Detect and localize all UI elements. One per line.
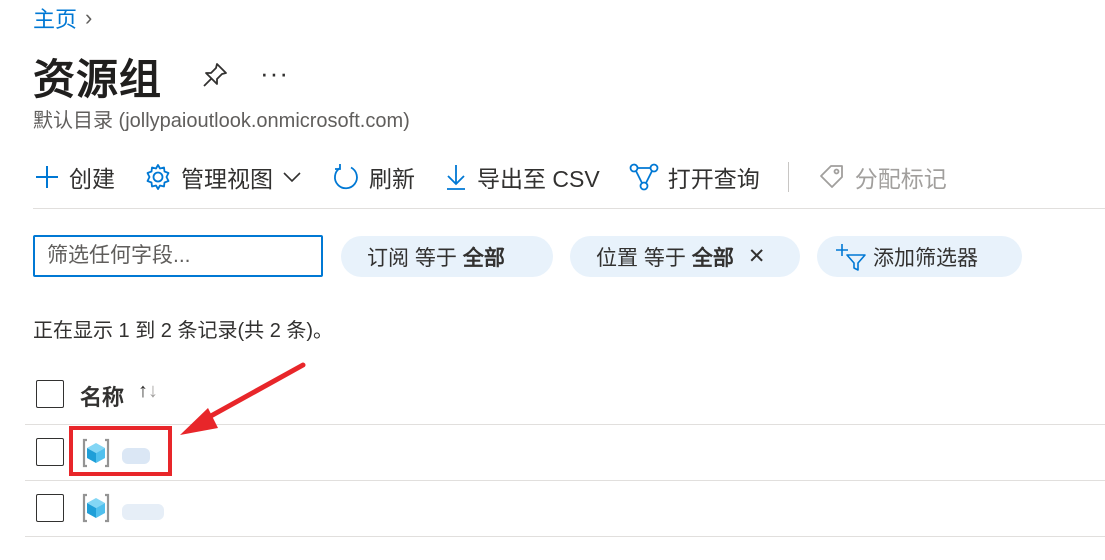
resource-group-icon[interactable] — [80, 492, 112, 524]
pin-icon[interactable] — [200, 60, 230, 90]
breadcrumb: 主页 › — [33, 2, 92, 34]
location-filter-pill[interactable]: 位置 等于 全部 ✕ — [570, 236, 800, 277]
export-csv-button[interactable]: 导出至 CSV — [443, 160, 600, 194]
highlight-box — [69, 426, 172, 476]
plus-icon — [36, 166, 58, 188]
more-options-icon[interactable]: ··· — [260, 58, 289, 89]
subscription-filter-pill[interactable]: 订阅 等于 全部 — [341, 236, 553, 277]
assign-tags-label: 分配标记 — [854, 166, 947, 192]
open-query-label: 打开查询 — [667, 166, 760, 192]
record-count: 正在显示 1 到 2 条记录(共 2 条)。 — [33, 320, 334, 342]
create-button[interactable]: 创建 — [33, 160, 115, 194]
refresh-button[interactable]: 刷新 — [331, 160, 415, 194]
export-csv-label: 导出至 CSV — [477, 166, 600, 192]
manage-view-label: 管理视图 — [181, 166, 273, 192]
directory-subtitle: 默认目录 (jollypaioutlook.onmicrosoft.com) — [33, 110, 410, 132]
subscription-filter-label: 订阅 等于 — [367, 246, 457, 270]
open-query-button[interactable]: 打开查询 — [628, 160, 760, 194]
manage-view-button[interactable]: 管理视图 — [143, 160, 303, 194]
breadcrumb-home-link[interactable]: 主页 — [33, 2, 77, 34]
toolbar-divider — [787, 162, 789, 192]
select-all-checkbox[interactable] — [36, 380, 64, 408]
gear-icon — [146, 164, 170, 190]
location-filter-label: 位置 等于 — [596, 246, 686, 270]
add-filter-icon — [836, 243, 866, 271]
toolbar-divider-line — [33, 208, 1105, 209]
table-row-divider — [25, 480, 1105, 481]
red-arrow-annotation — [180, 362, 306, 435]
create-label: 创建 — [69, 166, 115, 192]
chevron-right-icon: › — [85, 5, 93, 30]
sort-down-icon: ↓ — [148, 380, 158, 402]
command-bar: 创建 管理视图 刷新 导出至 CSV 打开查询 分配标记 — [33, 155, 975, 199]
row-checkbox[interactable] — [36, 438, 64, 466]
download-icon — [447, 165, 465, 190]
page-title: 资源组 — [33, 56, 163, 103]
subscription-filter-value: 全部 — [462, 246, 505, 270]
add-filter-button[interactable]: 添加筛选器 — [817, 236, 1022, 277]
column-header-name[interactable]: 名称 — [80, 380, 124, 412]
resource-group-name-link[interactable] — [122, 504, 164, 520]
table-row-divider — [25, 536, 1105, 537]
refresh-icon — [334, 164, 358, 190]
tag-icon — [819, 165, 843, 188]
close-icon[interactable]: ✕ — [748, 244, 766, 269]
add-filter-label: 添加筛选器 — [873, 246, 978, 270]
query-graph-icon — [629, 163, 659, 191]
row-checkbox[interactable] — [36, 494, 64, 522]
location-filter-value: 全部 — [691, 246, 734, 270]
refresh-label: 刷新 — [369, 166, 415, 192]
filter-input[interactable] — [33, 235, 323, 277]
sort-up-icon: ↑ — [138, 380, 148, 402]
sort-icon[interactable]: ↑↓ — [138, 380, 158, 403]
chevron-down-icon — [283, 172, 301, 183]
assign-tags-button[interactable]: 分配标记 — [817, 160, 947, 194]
